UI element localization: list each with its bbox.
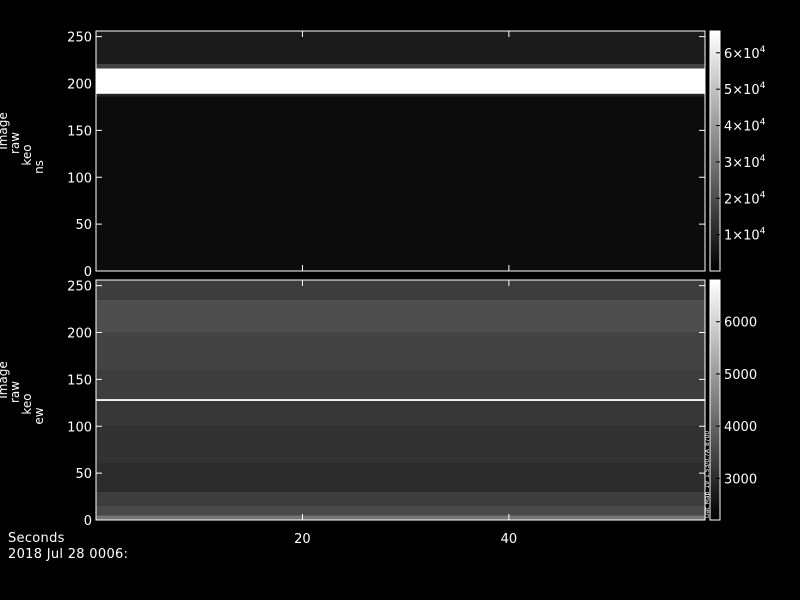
y-tick-label: 0 [84,514,92,529]
heatmap-band [96,332,705,370]
colorbar-note: Dat_Map_19_1.53/0.7A_8700 [704,431,711,518]
y-tick-label: 100 [67,171,92,186]
colorbar-tick-label: 1×104 [724,227,766,244]
y-label-line: ns [32,160,46,174]
colorbar-tick-label: 3×104 [724,154,766,171]
y-tick-label: 150 [67,373,92,388]
colorbar-tick-label: 2×104 [724,190,766,207]
x-axis-unit-label: Seconds [8,531,65,546]
y-tick-label: 200 [67,78,92,93]
y-tick-label: 0 [84,265,92,280]
y-tick-label: 250 [67,280,92,295]
heatmap-band [96,491,705,506]
heatmap-band [96,280,705,300]
heatmap-band [96,426,705,464]
heatmap-band [96,463,705,492]
panel-2: 0 50 100 150 200 250 Imagerawkeoew 3000 4000 5000… [0,279,757,529]
heatmap-band [96,31,705,64]
y-tick-label: 50 [75,467,92,482]
heatmap-band [96,63,705,69]
heatmap-band [96,399,705,401]
heatmap-band [96,370,705,400]
panel-1: 0 50 100 150 200 250 Imagerawkeons 1×104 2×104 3×… [0,30,766,280]
y-tick-label: 250 [67,31,92,46]
y-label-line: ew [32,407,46,424]
y-tick-label: 50 [75,218,92,233]
colorbar [709,279,721,521]
y-axis-label: Imagerawkeoew [0,361,46,424]
colorbar-tick-label: 5×104 [724,81,766,98]
y-axis-label: Imagerawkeons [0,112,46,174]
colorbar-tick-label: 4000 [724,420,757,435]
colorbar-tick-label: 5000 [724,368,757,383]
x-tick-label: 40 [501,532,518,547]
y-tick-label: 100 [67,420,92,435]
keogram-figure: 050100150200250Imagerawkeons1×1042×1043×… [0,30,766,547]
x-tick-label: 20 [294,532,311,547]
heatmap-band [96,515,705,520]
y-tick-label: 150 [67,124,92,139]
heatmap-band [96,505,705,516]
heatmap-band [96,400,705,427]
colorbar-tick-label: 6000 [724,316,757,331]
heatmap-band [96,96,705,271]
colorbar-tick-label: 3000 [724,472,757,487]
heatmap-band [96,93,705,97]
y-tick-label: 200 [67,327,92,342]
colorbar-tick-label: 6×104 [724,45,766,62]
colorbar-tick-label: 4×104 [724,118,766,135]
heatmap-band [96,68,705,94]
heatmap-band [96,299,705,333]
date-label: 2018 Jul 28 0006: [8,547,129,562]
